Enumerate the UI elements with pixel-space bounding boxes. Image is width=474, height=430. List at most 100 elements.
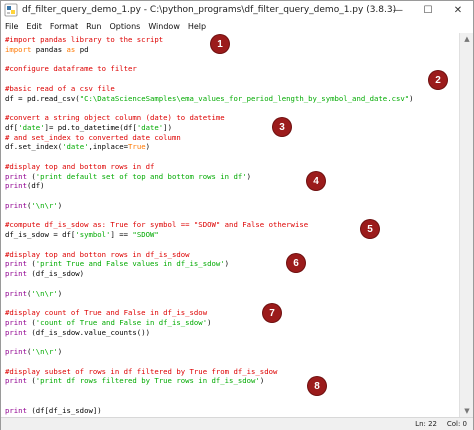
code-token: 'print True and False values in df_is_sd… <box>35 259 225 269</box>
code-line: print ('print default set of top and bot… <box>5 172 251 181</box>
code-editor[interactable]: #import pandas library to the script impo… <box>1 33 459 417</box>
code-token: ( <box>26 317 36 327</box>
code-line: #basic read of a csv file <box>5 84 115 93</box>
code-token: True <box>128 142 146 152</box>
menu-bar: File Edit Format Run Options Window Help <box>1 19 473 33</box>
code-token: 'date' <box>62 142 89 152</box>
code-token: '\n\r' <box>31 200 58 210</box>
code-line: print('\n\r') <box>5 347 62 356</box>
code-token: #basic read of a csv file <box>5 83 115 93</box>
code-token: pd <box>75 44 89 54</box>
code-token: pandas <box>31 44 67 54</box>
code-token: as <box>66 44 76 54</box>
annotation-badge: 4 <box>307 172 325 190</box>
annotation-badge: 5 <box>361 220 379 238</box>
status-bar: Ln: 22 Col: 0 <box>1 417 473 430</box>
code-token: '\n\r' <box>31 288 58 298</box>
code-token: print <box>5 288 27 298</box>
code-line: #import pandas library to the script <box>5 35 163 44</box>
code-line: #display top and bottom rows in df <box>5 162 154 171</box>
code-token: ) <box>224 259 230 269</box>
code-token: #configure dataframe to filter <box>5 64 137 74</box>
code-token: ) <box>57 288 63 298</box>
code-line: df = pd.read_csv("C:\DataScienceSamples\… <box>5 94 414 103</box>
code-token: ]= pd.to_datetime(df[ <box>44 122 137 132</box>
menu-help[interactable]: Help <box>188 22 206 31</box>
code-token: #display count of True and False in df_i… <box>5 308 208 317</box>
annotation-badge: 1 <box>211 35 229 53</box>
idle-editor-window: df_filter_query_demo_1.py - C:\python_pr… <box>0 0 474 430</box>
menu-format[interactable]: Format <box>50 22 78 31</box>
python-idle-icon <box>4 3 18 17</box>
code-token: print <box>5 181 27 191</box>
code-line: #display top and botton rows in df_is_sd… <box>5 250 190 259</box>
code-token: (df[df_is_sdow]) <box>26 405 102 415</box>
scroll-down-icon[interactable]: ▼ <box>462 406 472 416</box>
code-token: print <box>5 269 27 278</box>
code-token: print <box>5 347 27 356</box>
code-token: df_is_sdow = df[ <box>5 230 76 239</box>
code-token: ( <box>26 376 36 386</box>
code-line: print (df_is_sdow) <box>5 269 84 278</box>
code-line: df.set_index('date',inplace=True) <box>5 142 150 151</box>
code-token: ) <box>145 142 151 152</box>
code-line: import pandas as pd <box>5 45 89 54</box>
code-token: ) <box>259 376 265 386</box>
code-token: ) <box>57 200 63 210</box>
title-bar[interactable]: df_filter_query_demo_1.py - C:\python_pr… <box>1 1 473 19</box>
code-token: #display top and bottom rows in df <box>5 161 155 171</box>
vertical-scrollbar[interactable]: ▲ ▼ <box>459 33 473 417</box>
code-token: (df) <box>26 181 45 191</box>
code-token: '\n\r' <box>31 347 58 356</box>
code-token: # and set_index to converted date column <box>5 132 181 142</box>
annotation-badge: 6 <box>287 254 305 272</box>
code-line: df['date']= pd.to_datetime(df['date']) <box>5 123 172 132</box>
code-token: ) <box>409 93 414 103</box>
code-token: 'date' <box>136 122 164 132</box>
code-line: #convert a string object column (date) t… <box>5 113 225 122</box>
window-controls: — ☐ ✕ <box>383 1 473 19</box>
code-line: #configure dataframe to filter <box>5 64 137 73</box>
code-token: 'print df rows filtered by True rows in … <box>35 376 260 386</box>
close-button[interactable]: ✕ <box>443 1 473 19</box>
minimize-button[interactable]: — <box>383 1 413 19</box>
menu-file[interactable]: File <box>5 22 18 31</box>
code-token: df = pd.read_csv( <box>5 93 80 103</box>
annotation-badge: 2 <box>429 71 447 89</box>
code-line: #display count of True and False in df_i… <box>5 308 207 317</box>
code-line: print (df_is_sdow.value_counts()) <box>5 328 150 337</box>
code-token: print <box>5 171 27 181</box>
code-line: #compute df_is_sdow as: True for symbol … <box>5 220 308 229</box>
code-line: print (df[df_is_sdow]) <box>5 406 102 415</box>
code-token: #import pandas library to the script <box>5 35 164 44</box>
code-token: 'print default set of top and bottom row… <box>35 171 247 181</box>
scroll-up-icon[interactable]: ▲ <box>462 34 472 44</box>
code-token: ,inplace= <box>88 142 129 152</box>
menu-edit[interactable]: Edit <box>26 22 42 31</box>
annotation-badge: 7 <box>263 304 281 322</box>
code-token: print <box>5 405 27 415</box>
menu-window[interactable]: Window <box>148 22 180 31</box>
code-token: df.set_index( <box>5 142 63 152</box>
code-token: (df_is_sdow) <box>26 269 85 278</box>
code-token: #display subset of rows in df filtered b… <box>5 366 278 376</box>
maximize-button[interactable]: ☐ <box>413 1 443 19</box>
code-token: 'date' <box>18 122 45 132</box>
code-token: print <box>5 317 27 327</box>
code-token: "C:\DataScienceSamples\ema_values_for_pe… <box>79 93 410 103</box>
menu-run[interactable]: Run <box>86 22 101 31</box>
code-line: print ('print df rows filtered by True r… <box>5 376 264 385</box>
code-token: ( <box>26 259 36 269</box>
code-token: print <box>5 376 27 386</box>
code-token: print <box>5 259 27 269</box>
code-token: 'symbol' <box>75 230 111 239</box>
code-token: ]) <box>163 122 172 132</box>
code-line: print(df) <box>5 181 45 190</box>
menu-options[interactable]: Options <box>109 22 140 31</box>
code-line: #display subset of rows in df filtered b… <box>5 367 277 376</box>
annotation-badge: 3 <box>273 118 291 136</box>
code-token: print <box>5 327 27 337</box>
code-token: (df_is_sdow.value_counts()) <box>26 327 150 337</box>
code-token: ) <box>246 171 252 181</box>
code-line: # and set_index to converted date column <box>5 133 181 142</box>
